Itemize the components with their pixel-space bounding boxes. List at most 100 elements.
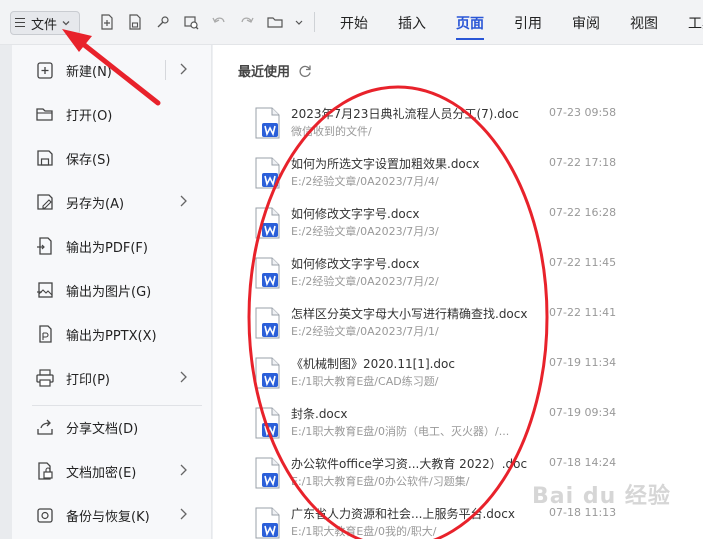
tab-page[interactable]: 页面 xyxy=(456,0,484,45)
recent-file-row[interactable]: 怎样区分英文字母大小写进行精确查找.docx E:/2经验文章/0A2023/7月… xyxy=(253,303,703,353)
tab-insert[interactable]: 插入 xyxy=(398,0,426,45)
tab-references[interactable]: 引用 xyxy=(514,0,542,45)
export-image-icon xyxy=(34,279,56,301)
word-doc-icon xyxy=(255,207,280,239)
menu-item-export-image[interactable]: 输出为图片(G) xyxy=(12,268,212,312)
recent-file-row[interactable]: 如何修改文字字号.docx E:/2经验文章/0A2023/7月/2/07-22 … xyxy=(253,253,703,303)
file-name: 如何修改文字字号.docx xyxy=(291,207,420,221)
top-toolbar: 文件 开始 插入 页面 引用 审阅 视图 工具 xyxy=(0,0,703,45)
word-doc-icon xyxy=(255,507,280,539)
menu-item-backup[interactable]: 备份与恢复(K) xyxy=(12,493,212,537)
file-path: E:/2经验文章/0A2023/7月/1/ xyxy=(291,325,439,338)
share-icon xyxy=(34,416,56,438)
file-name: 如何修改文字字号.docx xyxy=(291,257,420,271)
print-icon xyxy=(34,367,56,389)
menu-item-share[interactable]: 分享文档(D) xyxy=(12,405,212,449)
file-name: 封条.docx xyxy=(291,407,348,421)
refresh-icon[interactable] xyxy=(298,64,312,78)
watermark: Bai du 经验 xyxy=(532,484,671,509)
chevron-right-icon[interactable] xyxy=(178,194,188,208)
export-pdf-icon xyxy=(34,235,56,257)
menu-item-export-pdf[interactable]: 输出为PDF(F) xyxy=(12,224,212,268)
menu-item-label: 分享文档(D) xyxy=(66,421,139,437)
word-doc-icon xyxy=(255,107,280,139)
folder-icon[interactable] xyxy=(266,13,284,31)
tab-view[interactable]: 视图 xyxy=(630,0,658,45)
recent-files-title: 最近使用 xyxy=(238,61,312,80)
file-name: 怎样区分英文字母大小写进行精确查找.docx xyxy=(291,307,528,321)
file-menu-label: 文件 xyxy=(31,17,58,33)
file-date: 07-22 16:28 xyxy=(549,206,617,219)
file-path: E:/1职大教育E盘/0消防（电工、灭火器）/... xyxy=(291,425,510,438)
chevron-down-icon[interactable] xyxy=(294,13,304,31)
save-icon xyxy=(34,147,56,169)
file-date: 07-18 14:24 xyxy=(549,456,617,469)
file-name: 如何为所选文字设置加粗效果.docx xyxy=(291,157,480,171)
menu-item-label: 备份与恢复(K) xyxy=(66,509,150,525)
menu-item-label: 输出为PDF(F) xyxy=(66,240,148,256)
quick-access-toolbar xyxy=(98,12,315,32)
word-doc-icon xyxy=(255,257,280,289)
file-path: E:/2经验文章/0A2023/7月/3/ xyxy=(291,225,439,238)
file-path: E:/1职大教育E盘/0办公软件/习题集/ xyxy=(291,475,470,488)
toolbar-divider xyxy=(314,12,315,32)
recent-file-row[interactable]: 《机械制图》2020.11[1].doc E:/1职大教育E盘/CAD练习题/07… xyxy=(253,353,703,403)
menu-item-label: 打开(O) xyxy=(66,108,113,124)
recent-file-row[interactable]: 封条.docx E:/1职大教育E盘/0消防（电工、灭火器）/... 07-19 0… xyxy=(253,403,703,453)
menu-item-save[interactable]: 保存(S) xyxy=(12,136,212,180)
chevron-down-icon xyxy=(62,21,70,26)
new-file-icon[interactable] xyxy=(98,13,116,31)
word-doc-icon xyxy=(255,307,280,339)
file-path: E:/2经验文章/0A2023/7月/4/ xyxy=(291,175,439,188)
new-doc-icon xyxy=(34,59,56,81)
menu-item-open[interactable]: 打开(O) xyxy=(12,92,212,136)
file-date: 07-19 09:34 xyxy=(549,406,617,419)
file-path: E:/1职大教育E盘/CAD练习题/ xyxy=(291,375,439,388)
file-date: 07-19 11:34 xyxy=(549,356,617,369)
pin-icon[interactable] xyxy=(154,13,172,31)
menu-item-label: 输出为图片(G) xyxy=(66,284,152,300)
menu-item-print[interactable]: 打印(P) xyxy=(12,356,212,400)
tab-review[interactable]: 审阅 xyxy=(572,0,600,45)
menu-item-label: 输出为PPTX(X) xyxy=(66,328,157,344)
file-path: E:/1职大教育E盘/0我的/职大/ xyxy=(291,525,437,538)
tab-home[interactable]: 开始 xyxy=(340,0,368,45)
save-as-icon xyxy=(34,191,56,213)
word-doc-icon xyxy=(255,357,280,389)
tab-tools[interactable]: 工具 xyxy=(688,0,703,45)
recent-title-text: 最近使用 xyxy=(238,65,291,80)
menu-item-label: 新建(N) xyxy=(66,64,112,80)
menu-item-label: 文档加密(E) xyxy=(66,465,137,481)
menu-item-new[interactable]: 新建(N) xyxy=(12,48,212,92)
file-name: 办公软件office学习资...大教育 2022）.doc xyxy=(291,457,528,471)
recent-file-row[interactable]: 2023年7月23日典礼流程人员分工(7).doc 微信收到的文件/07-23 0… xyxy=(253,103,703,153)
chevron-right-icon[interactable] xyxy=(178,463,188,477)
file-menu: 新建(N) 打开(O) 保存(S) 另存为(A) 输出为PDF(F) 输出为图片… xyxy=(12,45,212,539)
print-preview-icon[interactable] xyxy=(182,13,200,31)
chevron-right-icon[interactable] xyxy=(178,370,188,384)
recent-file-row[interactable]: 如何为所选文字设置加粗效果.docx E:/2经验文章/0A2023/7月/4/0… xyxy=(253,153,703,203)
chevron-right-icon[interactable] xyxy=(178,62,188,76)
undo-icon[interactable] xyxy=(210,13,228,31)
redo-icon[interactable] xyxy=(238,13,256,31)
recent-file-row[interactable]: 如何修改文字字号.docx E:/2经验文章/0A2023/7月/3/07-22 … xyxy=(253,203,703,253)
file-menu-button[interactable]: 文件 xyxy=(10,11,80,35)
chevron-right-icon[interactable] xyxy=(178,507,188,521)
menu-item-label: 保存(S) xyxy=(66,152,111,168)
word-doc-icon xyxy=(255,407,280,439)
encrypt-icon xyxy=(34,460,56,482)
menu-item-save-as[interactable]: 另存为(A) xyxy=(12,180,212,224)
file-path: 微信收到的文件/ xyxy=(291,125,372,138)
file-date: 07-22 11:45 xyxy=(549,256,617,269)
menu-item-encrypt[interactable]: 文档加密(E) xyxy=(12,449,212,493)
export-pptx-icon xyxy=(34,323,56,345)
menu-item-label: 打印(P) xyxy=(66,372,110,388)
menu-divider-vertical xyxy=(165,60,166,80)
save-file-icon[interactable] xyxy=(126,13,144,31)
file-name: 2023年7月23日典礼流程人员分工(7).doc xyxy=(291,107,519,121)
word-doc-icon xyxy=(255,157,280,189)
menu-item-export-pptx[interactable]: 输出为PPTX(X) xyxy=(12,312,212,356)
file-path: E:/2经验文章/0A2023/7月/2/ xyxy=(291,275,439,288)
file-name: 《机械制图》2020.11[1].doc xyxy=(291,357,455,371)
backup-icon xyxy=(34,504,56,526)
